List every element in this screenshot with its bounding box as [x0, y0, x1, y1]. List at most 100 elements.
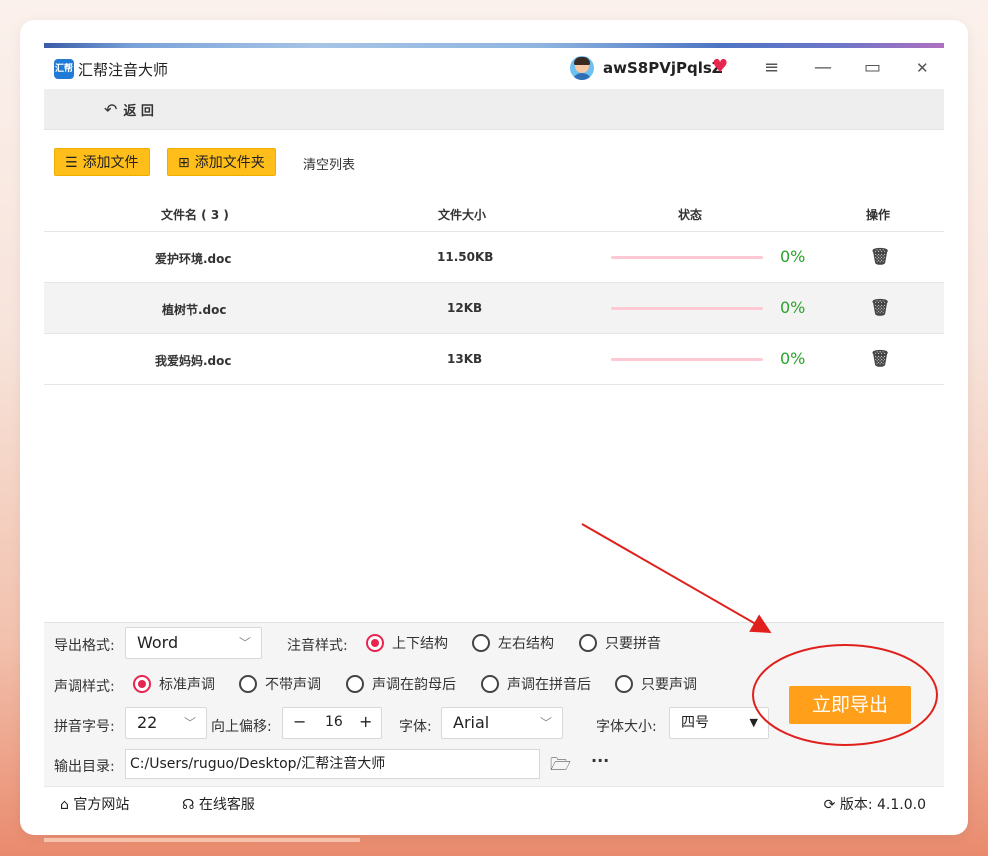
- refresh-icon: ⟳: [823, 797, 836, 813]
- radio-pinyin-only[interactable]: 只要拼音: [579, 633, 661, 653]
- close-icon[interactable]: ✕: [916, 56, 929, 80]
- plus-button[interactable]: +: [359, 712, 372, 731]
- clear-list-button[interactable]: 清空列表: [303, 154, 355, 173]
- minimize-icon[interactable]: —: [814, 56, 832, 80]
- radio-tone-only[interactable]: 只要声调: [615, 674, 697, 694]
- file-name: 爱护环境.doc: [155, 252, 232, 266]
- settings-panel: 导出格式: Word ﹀ 注音样式: 上下结构 左右结构 只要拼音 声调样式: …: [44, 622, 944, 786]
- output-dir-label: 输出目录:: [54, 759, 115, 775]
- font-label: 字体:: [399, 719, 432, 735]
- user-avatar[interactable]: [570, 56, 594, 80]
- export-now-button[interactable]: 立即导出: [789, 686, 911, 724]
- font-size-select[interactable]: 四号 ▼: [669, 707, 769, 739]
- radio-label: 声调在韵母后: [372, 677, 456, 693]
- minus-button[interactable]: −: [293, 712, 306, 731]
- radio-left-right[interactable]: 左右结构: [472, 633, 554, 653]
- table-row[interactable]: 爱护环境.doc 11.50KB 0% 🗑: [44, 232, 944, 283]
- file-icon: ☰: [65, 155, 78, 171]
- file-size: 11.50KB: [437, 250, 494, 264]
- font-size-label: 字体大小:: [596, 719, 657, 735]
- table-row[interactable]: 植树节.doc 12KB 0% 🗑: [44, 283, 944, 334]
- table-row[interactable]: 我爱妈妈.doc 13KB 0% 🗑: [44, 334, 944, 385]
- progress-percent: 0%: [780, 247, 806, 266]
- export-format-select[interactable]: Word ﹀: [125, 627, 262, 659]
- radio-label: 上下结构: [392, 636, 448, 652]
- folder-open-icon[interactable]: 🗁: [550, 752, 571, 781]
- username[interactable]: awS8PVjPqlsZ: [603, 59, 723, 77]
- official-site-link[interactable]: ⌂ 官方网站: [60, 794, 129, 814]
- radio-label: 标准声调: [159, 677, 215, 693]
- maximize-icon[interactable]: ▭: [864, 56, 881, 80]
- font-size-value: 四号: [681, 715, 709, 731]
- back-label: 返 回: [123, 104, 154, 119]
- decorative-line: [44, 838, 360, 842]
- version-info: ⟳ 版本: 4.1.0.0: [824, 794, 926, 814]
- chevron-down-icon: ﹀: [539, 716, 552, 730]
- offset-label: 向上偏移:: [211, 719, 272, 735]
- version-label: 版本: 4.1.0.0: [839, 797, 926, 813]
- delete-trash-icon[interactable]: 🗑: [870, 298, 890, 317]
- official-site-label: 官方网站: [73, 797, 130, 813]
- add-folder-label: 添加文件夹: [194, 155, 265, 171]
- radio-tone-after-pinyin[interactable]: 声调在拼音后: [481, 674, 591, 694]
- file-table: 文件名 ( 3 ) 文件大小 状态 操作 爱护环境.doc 11.50KB 0%…: [44, 194, 944, 624]
- add-file-button[interactable]: ☰ 添加文件: [54, 148, 150, 176]
- output-dir-input[interactable]: C:/Users/ruguo/Desktop/汇帮注音大师: [125, 749, 540, 779]
- more-options-icon[interactable]: ···: [591, 751, 609, 770]
- radio-label: 声调在拼音后: [507, 677, 591, 693]
- radio-top-bottom[interactable]: 上下结构: [366, 633, 448, 653]
- app-title: 汇帮注音大师: [78, 61, 169, 79]
- annot-style-label: 注音样式:: [287, 638, 348, 654]
- nav-bar: ↶ 返 回: [44, 90, 944, 130]
- pinyin-size-select[interactable]: 22 ﹀: [125, 707, 207, 739]
- progress-bar: [611, 256, 763, 259]
- folder-plus-icon: ⊞: [178, 155, 190, 171]
- menu-icon[interactable]: ≡: [764, 56, 779, 80]
- radio-label: 左右结构: [498, 636, 554, 652]
- caret-down-icon: ▼: [749, 716, 758, 729]
- font-select[interactable]: Arial ﹀: [441, 707, 563, 739]
- chevron-down-icon: ﹀: [183, 716, 196, 730]
- radio-no-tone[interactable]: 不带声调: [239, 674, 321, 694]
- file-name: 植树节.doc: [162, 303, 227, 317]
- col-size-header: 文件大小: [438, 208, 487, 222]
- export-format-value: Word: [137, 633, 179, 652]
- col-status-header: 状态: [678, 208, 703, 222]
- delete-trash-icon[interactable]: 🗑: [870, 247, 890, 266]
- export-format-label: 导出格式:: [54, 638, 115, 654]
- progress-percent: 0%: [780, 349, 806, 368]
- add-file-label: 添加文件: [82, 155, 139, 171]
- offset-value: 16: [325, 714, 343, 730]
- file-size: 12KB: [447, 301, 483, 315]
- title-bar: 汇帮 汇帮注音大师 awS8PVjPqlsZ ♥ ≡ — ▭ ✕: [44, 48, 944, 90]
- pinyin-size-value: 22: [137, 713, 158, 732]
- radio-label: 只要拼音: [605, 636, 661, 652]
- online-service-link[interactable]: ☊ 在线客服: [182, 794, 255, 814]
- progress-bar: [611, 307, 763, 310]
- back-button[interactable]: ↶ 返 回: [104, 100, 154, 119]
- add-folder-button[interactable]: ⊞ 添加文件夹: [167, 148, 276, 176]
- radio-label: 不带声调: [265, 677, 321, 693]
- table-header: 文件名 ( 3 ) 文件大小 状态 操作: [44, 194, 944, 232]
- app-logo-icon: 汇帮: [54, 59, 74, 79]
- offset-stepper[interactable]: − 16 +: [282, 707, 382, 739]
- headset-icon: ☊: [182, 797, 195, 813]
- file-size: 13KB: [447, 352, 483, 366]
- col-action-header: 操作: [866, 208, 891, 222]
- progress-bar: [611, 358, 763, 361]
- tone-style-label: 声调样式:: [54, 679, 115, 695]
- radio-label: 只要声调: [641, 677, 697, 693]
- chevron-down-icon: ﹀: [238, 636, 251, 650]
- delete-trash-icon[interactable]: 🗑: [870, 349, 890, 368]
- app-window: 汇帮 汇帮注音大师 awS8PVjPqlsZ ♥ ≡ — ▭ ✕ ↶ 返 回 ☰ 添…: [44, 48, 944, 817]
- file-name: 我爱妈妈.doc: [155, 354, 232, 368]
- pinyin-size-label: 拼音字号:: [54, 719, 115, 735]
- home-icon: ⌂: [60, 797, 69, 813]
- toolbar: ☰ 添加文件 ⊞ 添加文件夹 清空列表: [44, 130, 944, 194]
- font-value: Arial: [453, 713, 490, 732]
- radio-tone-after-final[interactable]: 声调在韵母后: [346, 674, 456, 694]
- vip-diamond-icon[interactable]: ♥: [712, 57, 728, 77]
- radio-standard-tone[interactable]: 标准声调: [133, 674, 215, 694]
- progress-percent: 0%: [780, 298, 806, 317]
- col-name-header: 文件名 ( 3 ): [161, 208, 229, 222]
